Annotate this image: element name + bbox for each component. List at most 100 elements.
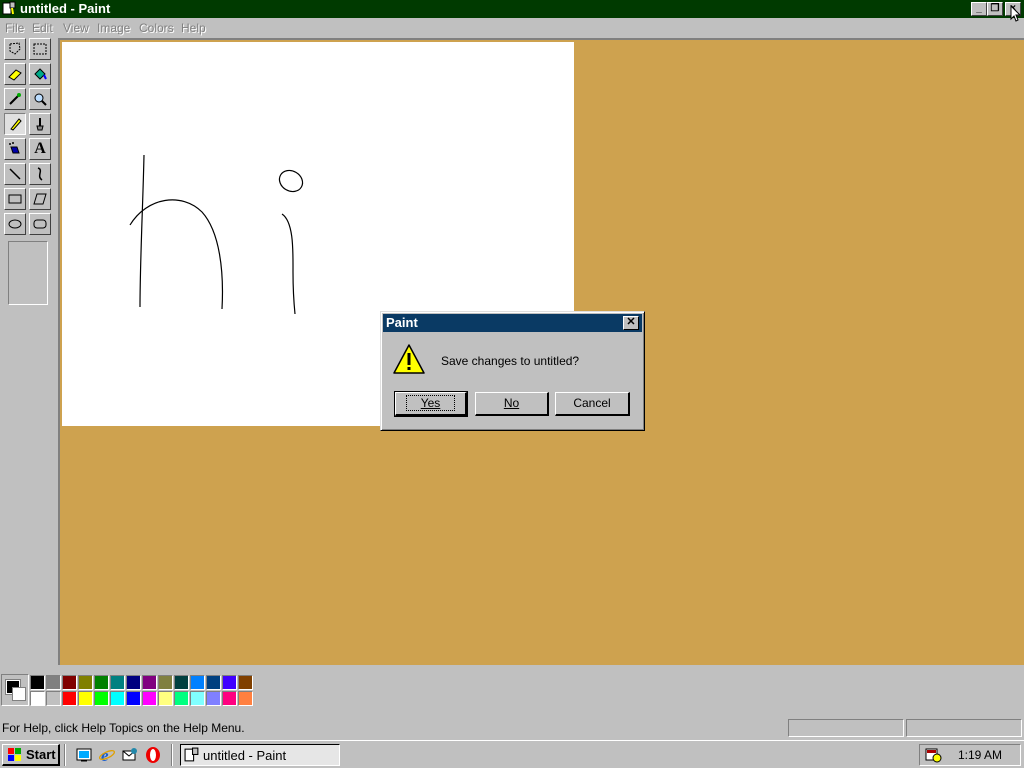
free-form-select-icon: [9, 42, 21, 55]
opera-icon[interactable]: [144, 746, 162, 764]
palette-swatch[interactable]: [46, 675, 61, 690]
menu-colors[interactable]: Colors: [139, 21, 174, 35]
eraser-icon: [8, 69, 22, 81]
no-label: No: [503, 396, 520, 410]
menu-file[interactable]: File: [5, 21, 24, 35]
scheduler-icon[interactable]: [924, 747, 942, 763]
menu-help[interactable]: Help: [181, 21, 206, 35]
tool-fill[interactable]: [29, 63, 51, 85]
palette-swatch[interactable]: [158, 675, 173, 690]
paint-app-icon: [2, 1, 16, 15]
warning-icon: [393, 344, 425, 374]
palette-swatch[interactable]: [174, 691, 189, 706]
tool-pick-color[interactable]: [4, 88, 26, 110]
save-changes-dialog: Paint ✕ Save changes to untitled? Yes No…: [380, 311, 645, 431]
tool-pencil[interactable]: [4, 113, 26, 135]
menu-image[interactable]: Image: [97, 21, 130, 35]
dialog-close-button[interactable]: ✕: [623, 316, 639, 330]
menu-view[interactable]: View: [63, 21, 89, 35]
palette-swatch[interactable]: [238, 691, 253, 706]
airbrush-icon: [9, 142, 20, 154]
palette-swatch[interactable]: [142, 691, 157, 706]
task-button-paint[interactable]: untitled - Paint: [180, 744, 340, 766]
outlook-express-icon[interactable]: [121, 746, 139, 764]
yes-button[interactable]: Yes: [394, 391, 468, 417]
start-label: Start: [26, 747, 56, 762]
taskbar-separator: [64, 744, 66, 766]
palette-swatch[interactable]: [158, 691, 173, 706]
tool-text[interactable]: A: [29, 138, 51, 160]
tool-line[interactable]: [4, 163, 26, 185]
palette-swatch[interactable]: [238, 675, 253, 690]
palette-swatch[interactable]: [126, 691, 141, 706]
tool-magnifier[interactable]: [29, 88, 51, 110]
restore-button[interactable]: ❐: [987, 2, 1003, 16]
palette-swatch[interactable]: [30, 675, 45, 690]
no-button[interactable]: No: [475, 392, 549, 416]
palette-swatch[interactable]: [206, 691, 221, 706]
title-bar[interactable]: untitled - Paint _ ❐ ×: [0, 0, 1024, 18]
menu-edit[interactable]: Edit: [32, 21, 53, 35]
palette-swatch[interactable]: [46, 691, 61, 706]
cancel-button[interactable]: Cancel: [555, 392, 630, 416]
cancel-label: Cancel: [573, 396, 611, 410]
tool-free-form-select[interactable]: [4, 38, 26, 60]
minimize-button[interactable]: _: [971, 2, 987, 16]
pick-color-icon: [9, 93, 21, 105]
palette-swatch[interactable]: [222, 691, 237, 706]
status-help-text: For Help, click Help Topics on the Help …: [0, 719, 786, 737]
text-icon: A: [34, 140, 46, 157]
tool-select[interactable]: [29, 38, 51, 60]
palette-swatch[interactable]: [110, 691, 125, 706]
tool-polygon[interactable]: [29, 188, 51, 210]
magnifier-icon: [34, 93, 47, 106]
clock[interactable]: 1:19 AM: [958, 748, 1002, 762]
tool-options-box[interactable]: [8, 241, 48, 305]
palette-swatch[interactable]: [78, 691, 93, 706]
tool-rectangle[interactable]: [4, 188, 26, 210]
palette-swatch[interactable]: [190, 675, 205, 690]
task-label: untitled - Paint: [203, 747, 287, 763]
rounded-rectangle-icon: [33, 219, 47, 229]
palette-swatch[interactable]: [78, 675, 93, 690]
palette-swatch[interactable]: [62, 675, 77, 690]
palette-swatch[interactable]: [222, 675, 237, 690]
dialog-message: Save changes to untitled?: [441, 354, 580, 368]
tool-airbrush[interactable]: [4, 138, 26, 160]
taskbar-separator: [171, 744, 173, 766]
internet-explorer-icon[interactable]: e: [98, 746, 116, 764]
dialog-title: Paint: [386, 315, 418, 330]
background-color: [12, 687, 26, 701]
tool-curve[interactable]: [29, 163, 51, 185]
select-icon: [33, 43, 47, 55]
restore-icon: ❐: [990, 3, 1000, 14]
tool-box: A: [0, 38, 58, 666]
palette-swatch[interactable]: [110, 675, 125, 690]
pencil-icon: [10, 118, 22, 131]
windows-logo-icon: [8, 747, 21, 761]
palette-swatch[interactable]: [142, 675, 157, 690]
minimize-icon: _: [976, 3, 982, 14]
tool-rounded-rectangle[interactable]: [29, 213, 51, 235]
start-button[interactable]: Start: [2, 744, 60, 766]
palette-swatch[interactable]: [206, 675, 221, 690]
palette-swatch[interactable]: [94, 675, 109, 690]
tool-brush[interactable]: [29, 113, 51, 135]
fill-with-color-icon: [34, 68, 47, 80]
palette-swatch[interactable]: [94, 691, 109, 706]
palette-swatch[interactable]: [190, 691, 205, 706]
dialog-title-bar[interactable]: Paint ✕: [383, 314, 642, 332]
show-desktop-icon[interactable]: [75, 746, 93, 764]
palette-swatch[interactable]: [174, 675, 189, 690]
window-title: untitled - Paint: [20, 1, 111, 16]
tool-ellipse[interactable]: [4, 213, 26, 235]
status-bar: For Help, click Help Topics on the Help …: [0, 717, 1024, 739]
curve-icon: [37, 167, 43, 181]
brush-icon: [36, 118, 44, 131]
palette-swatch[interactable]: [126, 675, 141, 690]
palette-swatch[interactable]: [30, 691, 45, 706]
taskbar: Start e untitled - Paint 1:19 AM: [0, 740, 1024, 768]
tool-eraser[interactable]: [4, 63, 26, 85]
current-colors[interactable]: [1, 674, 29, 706]
palette-swatch[interactable]: [62, 691, 77, 706]
